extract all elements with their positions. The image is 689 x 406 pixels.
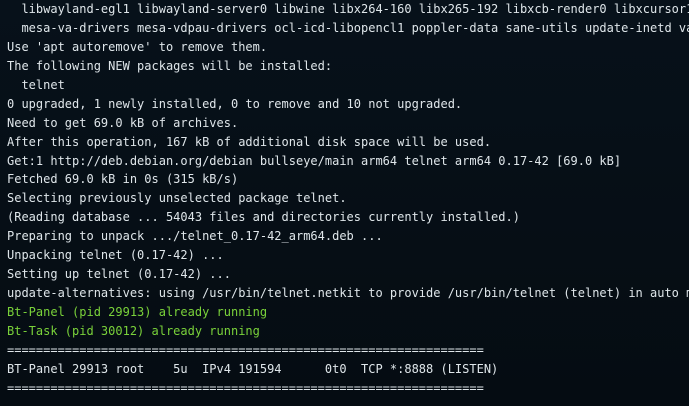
terminal-line: Setting up telnet (0.17-42) ... [7,267,231,282]
terminal-line: mesa-va-drivers mesa-vdpau-drivers ocl-i… [21,20,689,35]
terminal-line: Use 'apt autoremove' to remove them. [7,39,268,54]
terminal-line: Get:1 http://deb.debian.org/debian bulls… [7,153,622,168]
terminal-output: libwayland-egl1 libwayland-server0 libwi… [0,0,689,406]
terminal-line: After this operation, 167 kB of addition… [7,134,492,149]
terminal-line: libwayland-egl1 libwayland-server0 libwi… [21,2,689,16]
terminal-line: Fetched 69.0 kB in 0s (315 kB/s) [7,172,239,187]
terminal-line: Need to get 69.0 kB of archives. [7,115,239,130]
terminal-line: Preparing to unpack .../telnet_0.17-42_a… [7,229,383,244]
terminal-line: BT-Panel 29913 root 5u IPv4 191594 0t0 T… [7,361,499,376]
terminal-separator: ========================================… [7,342,484,357]
terminal-line: Unpacking telnet (0.17-42) ... [7,248,224,263]
terminal-line: Selecting previously unselected package … [7,191,347,206]
terminal-line-status: Bt-Panel (pid 29913) already running [7,305,268,319]
terminal-line: telnet [7,77,65,92]
terminal-separator: ========================================… [7,380,484,395]
terminal-line: (Reading database ... 54043 files and di… [7,210,520,225]
terminal-line: update-alternatives: using /usr/bin/teln… [7,286,689,301]
terminal-line-status: Bt-Task (pid 30012) already running [7,323,260,338]
terminal-line: The following NEW packages will be insta… [7,58,333,73]
terminal-line: 0 upgraded, 1 newly installed, 0 to remo… [7,96,463,111]
